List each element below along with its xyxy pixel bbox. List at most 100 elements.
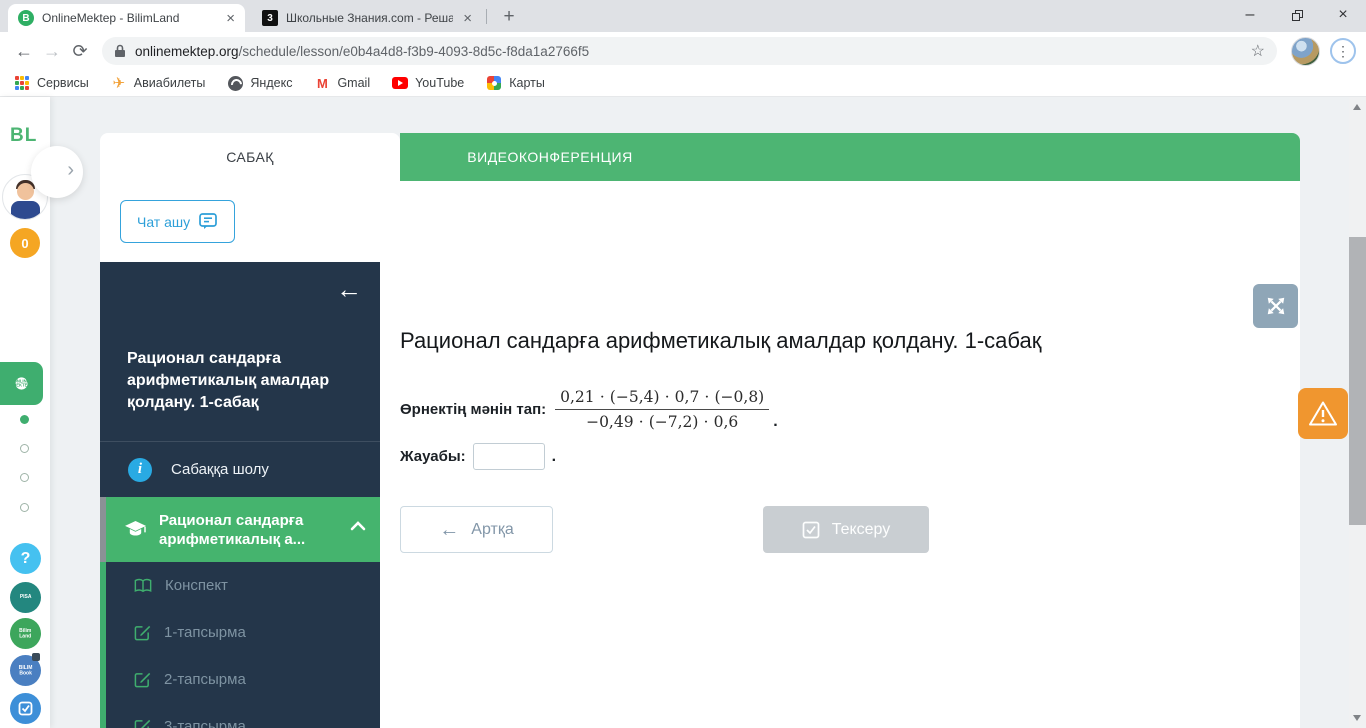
- sidebar-item-active-section[interactable]: Рационал сандарға арифметикалық а...: [100, 497, 380, 562]
- task-pencil-icon: [134, 625, 151, 641]
- reload-button[interactable]: ⟳: [66, 37, 94, 65]
- close-tab-icon[interactable]: ×: [461, 11, 474, 26]
- notification-badge[interactable]: 0: [10, 228, 40, 258]
- scroll-down-arrow-icon[interactable]: [1353, 715, 1361, 721]
- bookmark-services[interactable]: Сервисы: [14, 75, 89, 91]
- lesson-sidebar: ← Рационал сандарға арифметикалық амалда…: [100, 262, 380, 728]
- screen: B OnlineMektep - BilimLand × 3 Школьные …: [0, 0, 1366, 728]
- open-chat-button[interactable]: Чат ашу: [120, 200, 236, 243]
- browser-profile-avatar[interactable]: [1291, 36, 1320, 66]
- chevron-up-icon: [350, 521, 366, 531]
- answer-period: .: [551, 447, 557, 465]
- help-icon[interactable]: ?: [10, 543, 41, 574]
- close-window-button[interactable]: ×: [1320, 0, 1366, 30]
- scroll-up-arrow-icon[interactable]: [1353, 104, 1361, 110]
- warning-triangle-icon: [1309, 401, 1337, 426]
- gmail-icon: M: [317, 75, 328, 91]
- tab-videoconference[interactable]: ВИДЕОКОНФЕРЕНЦИЯ: [400, 133, 1300, 181]
- bookmark-yandex[interactable]: Яндекс: [227, 75, 292, 91]
- onlinemektep-favicon-icon: B: [18, 10, 34, 26]
- tab-title: OnlineMektep - BilimLand: [42, 11, 180, 25]
- check-button-label: Тексеру: [831, 520, 891, 538]
- book-icon: [134, 578, 152, 593]
- check-button[interactable]: Тексеру: [763, 506, 929, 553]
- browser-tab-znania[interactable]: 3 Школьные Знания.com - Реша ×: [252, 4, 482, 32]
- close-tab-icon[interactable]: ×: [224, 11, 237, 26]
- pisa-app-icon[interactable]: PISA: [10, 582, 41, 613]
- tab-label: ВИДЕОКОНФЕРЕНЦИЯ: [467, 149, 633, 165]
- back-button[interactable]: ← Артқа: [400, 506, 553, 553]
- answer-input[interactable]: [472, 443, 545, 470]
- restore-icon: [1291, 9, 1303, 21]
- browser-menu-button[interactable]: ⋮: [1330, 38, 1356, 64]
- sidebar-item-task-1[interactable]: 1-тапсырма: [100, 609, 380, 656]
- sidebar-scrollbar-thumb[interactable]: [100, 497, 106, 562]
- bookmark-star-icon[interactable]: ☆: [1251, 41, 1265, 61]
- plane-icon: ✈: [112, 75, 126, 92]
- restore-button[interactable]: [1274, 0, 1320, 30]
- sidebar-item-task-3[interactable]: 3-тапсырма: [100, 703, 380, 728]
- apps-grid-icon: [14, 75, 30, 91]
- math-fraction: 0,21 ⋅ (−5,4) ⋅ 0,7 ⋅ (−0,8) −0,49 ⋅ (−7…: [555, 388, 770, 431]
- test-app-icon[interactable]: [10, 693, 41, 724]
- bookmark-label: Карты: [509, 76, 545, 90]
- sidebar-item-label: 1-тапсырма: [164, 624, 246, 641]
- rail-dot-icon[interactable]: [20, 503, 29, 512]
- address-bar[interactable]: onlinemektep.org/schedule/lesson/e0b4a4d…: [102, 37, 1277, 65]
- bookmark-label: Gmail: [337, 76, 371, 90]
- sidebar-item-label: 3-тапсырма: [164, 718, 246, 728]
- page-scrollbar[interactable]: [1349, 97, 1366, 728]
- forward-button[interactable]: →: [38, 37, 66, 65]
- back-button[interactable]: ←: [10, 37, 38, 65]
- sidebar-item-label: Рационал сандарға арифметикалық а...: [159, 511, 306, 548]
- onlinemektep-app-icon[interactable]: ONLINE MEKTEP: [0, 362, 43, 405]
- fullscreen-button[interactable]: [1253, 284, 1298, 328]
- task-label: Өрнектің мәнін тап:: [400, 401, 547, 418]
- scrollbar-thumb[interactable]: [1349, 237, 1366, 525]
- bilimbook-app-icon[interactable]: BILIM Book: [10, 653, 41, 686]
- bookmark-gmail[interactable]: M Gmail: [314, 75, 370, 91]
- report-problem-button[interactable]: [1298, 388, 1348, 439]
- check-square-icon: [18, 701, 33, 716]
- expand-arrows-icon: [1267, 297, 1284, 315]
- rail-expand-button[interactable]: ›: [31, 146, 83, 198]
- rail-dot-icon[interactable]: [20, 444, 29, 453]
- sidebar-back-button[interactable]: ←: [336, 276, 362, 302]
- tab-lesson[interactable]: САБАҚ: [100, 133, 400, 181]
- bilimland-app-icon[interactable]: Bilim Land: [10, 618, 41, 649]
- youtube-icon: [392, 75, 409, 91]
- new-tab-button[interactable]: +: [497, 5, 521, 29]
- bilimland-logo: BL: [10, 125, 38, 146]
- bookmark-maps[interactable]: Карты: [486, 75, 545, 91]
- lesson-title: Рационал сандарға арифметикалық амалдар …: [400, 328, 1042, 353]
- url-path: /schedule/lesson/e0b4a4d8-f3b9-4093-8d5c…: [238, 43, 590, 59]
- task-period: .: [773, 413, 778, 430]
- graduation-cap-icon: [125, 520, 146, 536]
- arrow-left-icon: ←: [439, 518, 460, 541]
- task-pencil-icon: [134, 672, 151, 688]
- back-button-label: Артқа: [471, 520, 514, 538]
- bookmark-aviabilety[interactable]: ✈ Авиабилеты: [111, 75, 206, 92]
- bookmark-label: Авиабилеты: [133, 76, 206, 90]
- browser-tab-onlinemektep[interactable]: B OnlineMektep - BilimLand ×: [8, 4, 245, 32]
- task-row: Өрнектің мәнін тап: 0,21 ⋅ (−5,4) ⋅ 0,7 …: [400, 388, 778, 431]
- answer-label: Жауабы:: [400, 448, 466, 465]
- bookmark-youtube[interactable]: YouTube: [392, 75, 464, 91]
- chevron-right-icon: ›: [67, 159, 74, 181]
- bookmark-label: YouTube: [415, 76, 465, 90]
- sidebar-item-konspekt[interactable]: Конспект: [100, 562, 380, 609]
- globe-icon: [227, 75, 243, 91]
- minimize-button[interactable]: –: [1227, 0, 1273, 30]
- sidebar-item-task-2[interactable]: 2-тапсырма: [100, 656, 380, 703]
- bookmark-label: Яндекс: [250, 76, 293, 90]
- fraction-numerator: 0,21 ⋅ (−5,4) ⋅ 0,7 ⋅ (−0,8): [555, 388, 770, 410]
- bookmark-label: Сервисы: [37, 76, 89, 90]
- url-domain: onlinemektep.org: [135, 43, 239, 59]
- rail-dot-icon[interactable]: [20, 473, 29, 482]
- rail-dot-active-icon[interactable]: [20, 415, 29, 424]
- sidebar-item-overview[interactable]: i Сабаққа шолу: [100, 441, 380, 497]
- browser-tab-strip: B OnlineMektep - BilimLand × 3 Школьные …: [0, 0, 1366, 32]
- tab-separator: [486, 9, 487, 24]
- answer-row: Жауабы: .: [400, 443, 556, 470]
- chat-bubble-icon: [199, 213, 217, 229]
